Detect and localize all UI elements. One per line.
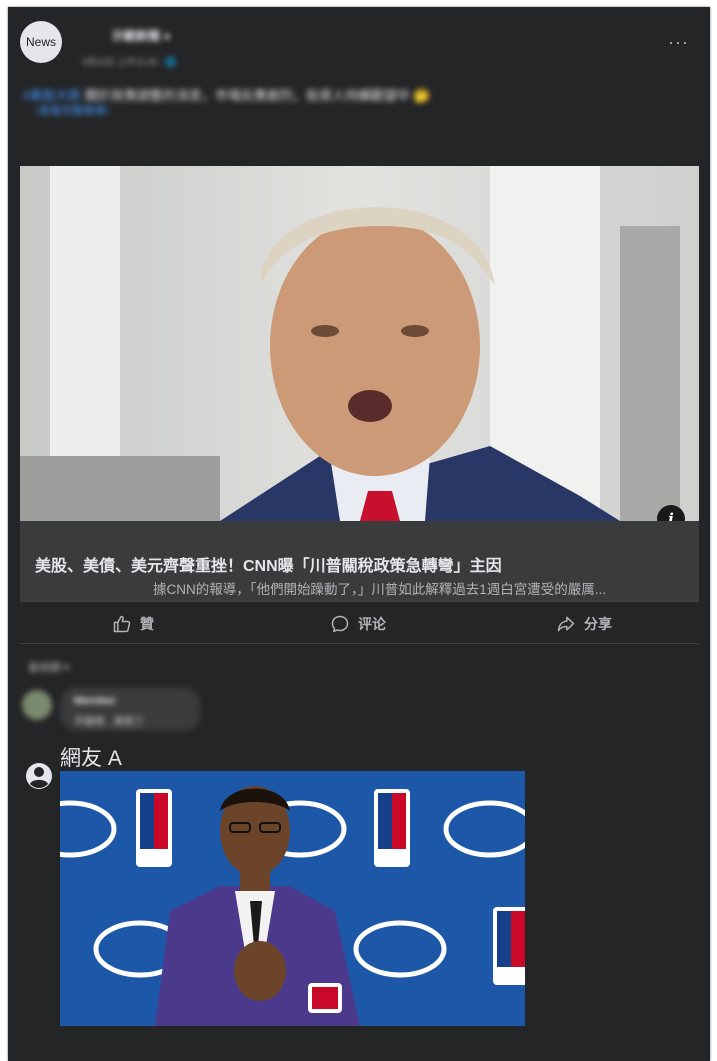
post-timestamp[interactable]: 3月10日 上午11:45 · 🌐: [82, 55, 177, 68]
comment-label: 评论: [358, 616, 386, 632]
see-more-link[interactable]: （查看完整報導）: [28, 102, 116, 118]
article-description: 據CNN的報導，「他們開始躁動了，」川普如此解釋過去1週白宮遭受的嚴厲...: [153, 582, 607, 597]
user-circle-icon[interactable]: [24, 761, 54, 791]
more-options-icon[interactable]: ···: [668, 33, 689, 51]
article-preview-footer[interactable]: 美股、美債、美元齊聲重挫！CNN曝「川普關稅政策急轉彎」主因 據CNN的報導，「…: [20, 521, 699, 601]
page: News 示範新聞 ● 3月10日 上午11:45 · 🌐 ··· #美股大跌 …: [0, 0, 717, 1061]
article-title[interactable]: 美股、美債、美元齊聲重挫！CNN曝「川普關稅政策急轉彎」主因: [35, 552, 502, 576]
article-image[interactable]: [20, 166, 699, 521]
hashtag-link[interactable]: #美股大跌: [22, 88, 81, 103]
share-label: 分享: [584, 616, 612, 632]
like-button[interactable]: 贊: [112, 613, 154, 635]
post-card: News 示範新聞 ● 3月10日 上午11:45 · 🌐 ··· #美股大跌 …: [8, 7, 710, 1061]
commenter-name[interactable]: Member: [74, 695, 116, 707]
comment-text: 不是吧…笑死了: [74, 717, 144, 728]
comment-button[interactable]: 评论: [330, 613, 386, 635]
share-button[interactable]: 分享: [556, 613, 612, 635]
commenter-avatar[interactable]: [22, 690, 52, 720]
thumbs-up-icon: [113, 615, 131, 633]
post-text-body: 關於政策調整的消息，市場反應劇烈，投資人持續觀望中 🤔: [81, 88, 430, 103]
like-label: 贊: [140, 616, 154, 632]
divider: [20, 601, 699, 602]
page-name[interactable]: 示範新聞 ●: [112, 27, 171, 44]
reply-author-name[interactable]: 網友 A: [60, 742, 122, 772]
divider: [20, 643, 699, 644]
page-avatar[interactable]: News: [20, 21, 62, 63]
share-arrow-icon: [557, 616, 575, 632]
reply-image[interactable]: [60, 771, 525, 1026]
comment-sort-dropdown[interactable]: 最相關 ▾: [28, 659, 70, 675]
speech-bubble-icon: [331, 615, 349, 633]
